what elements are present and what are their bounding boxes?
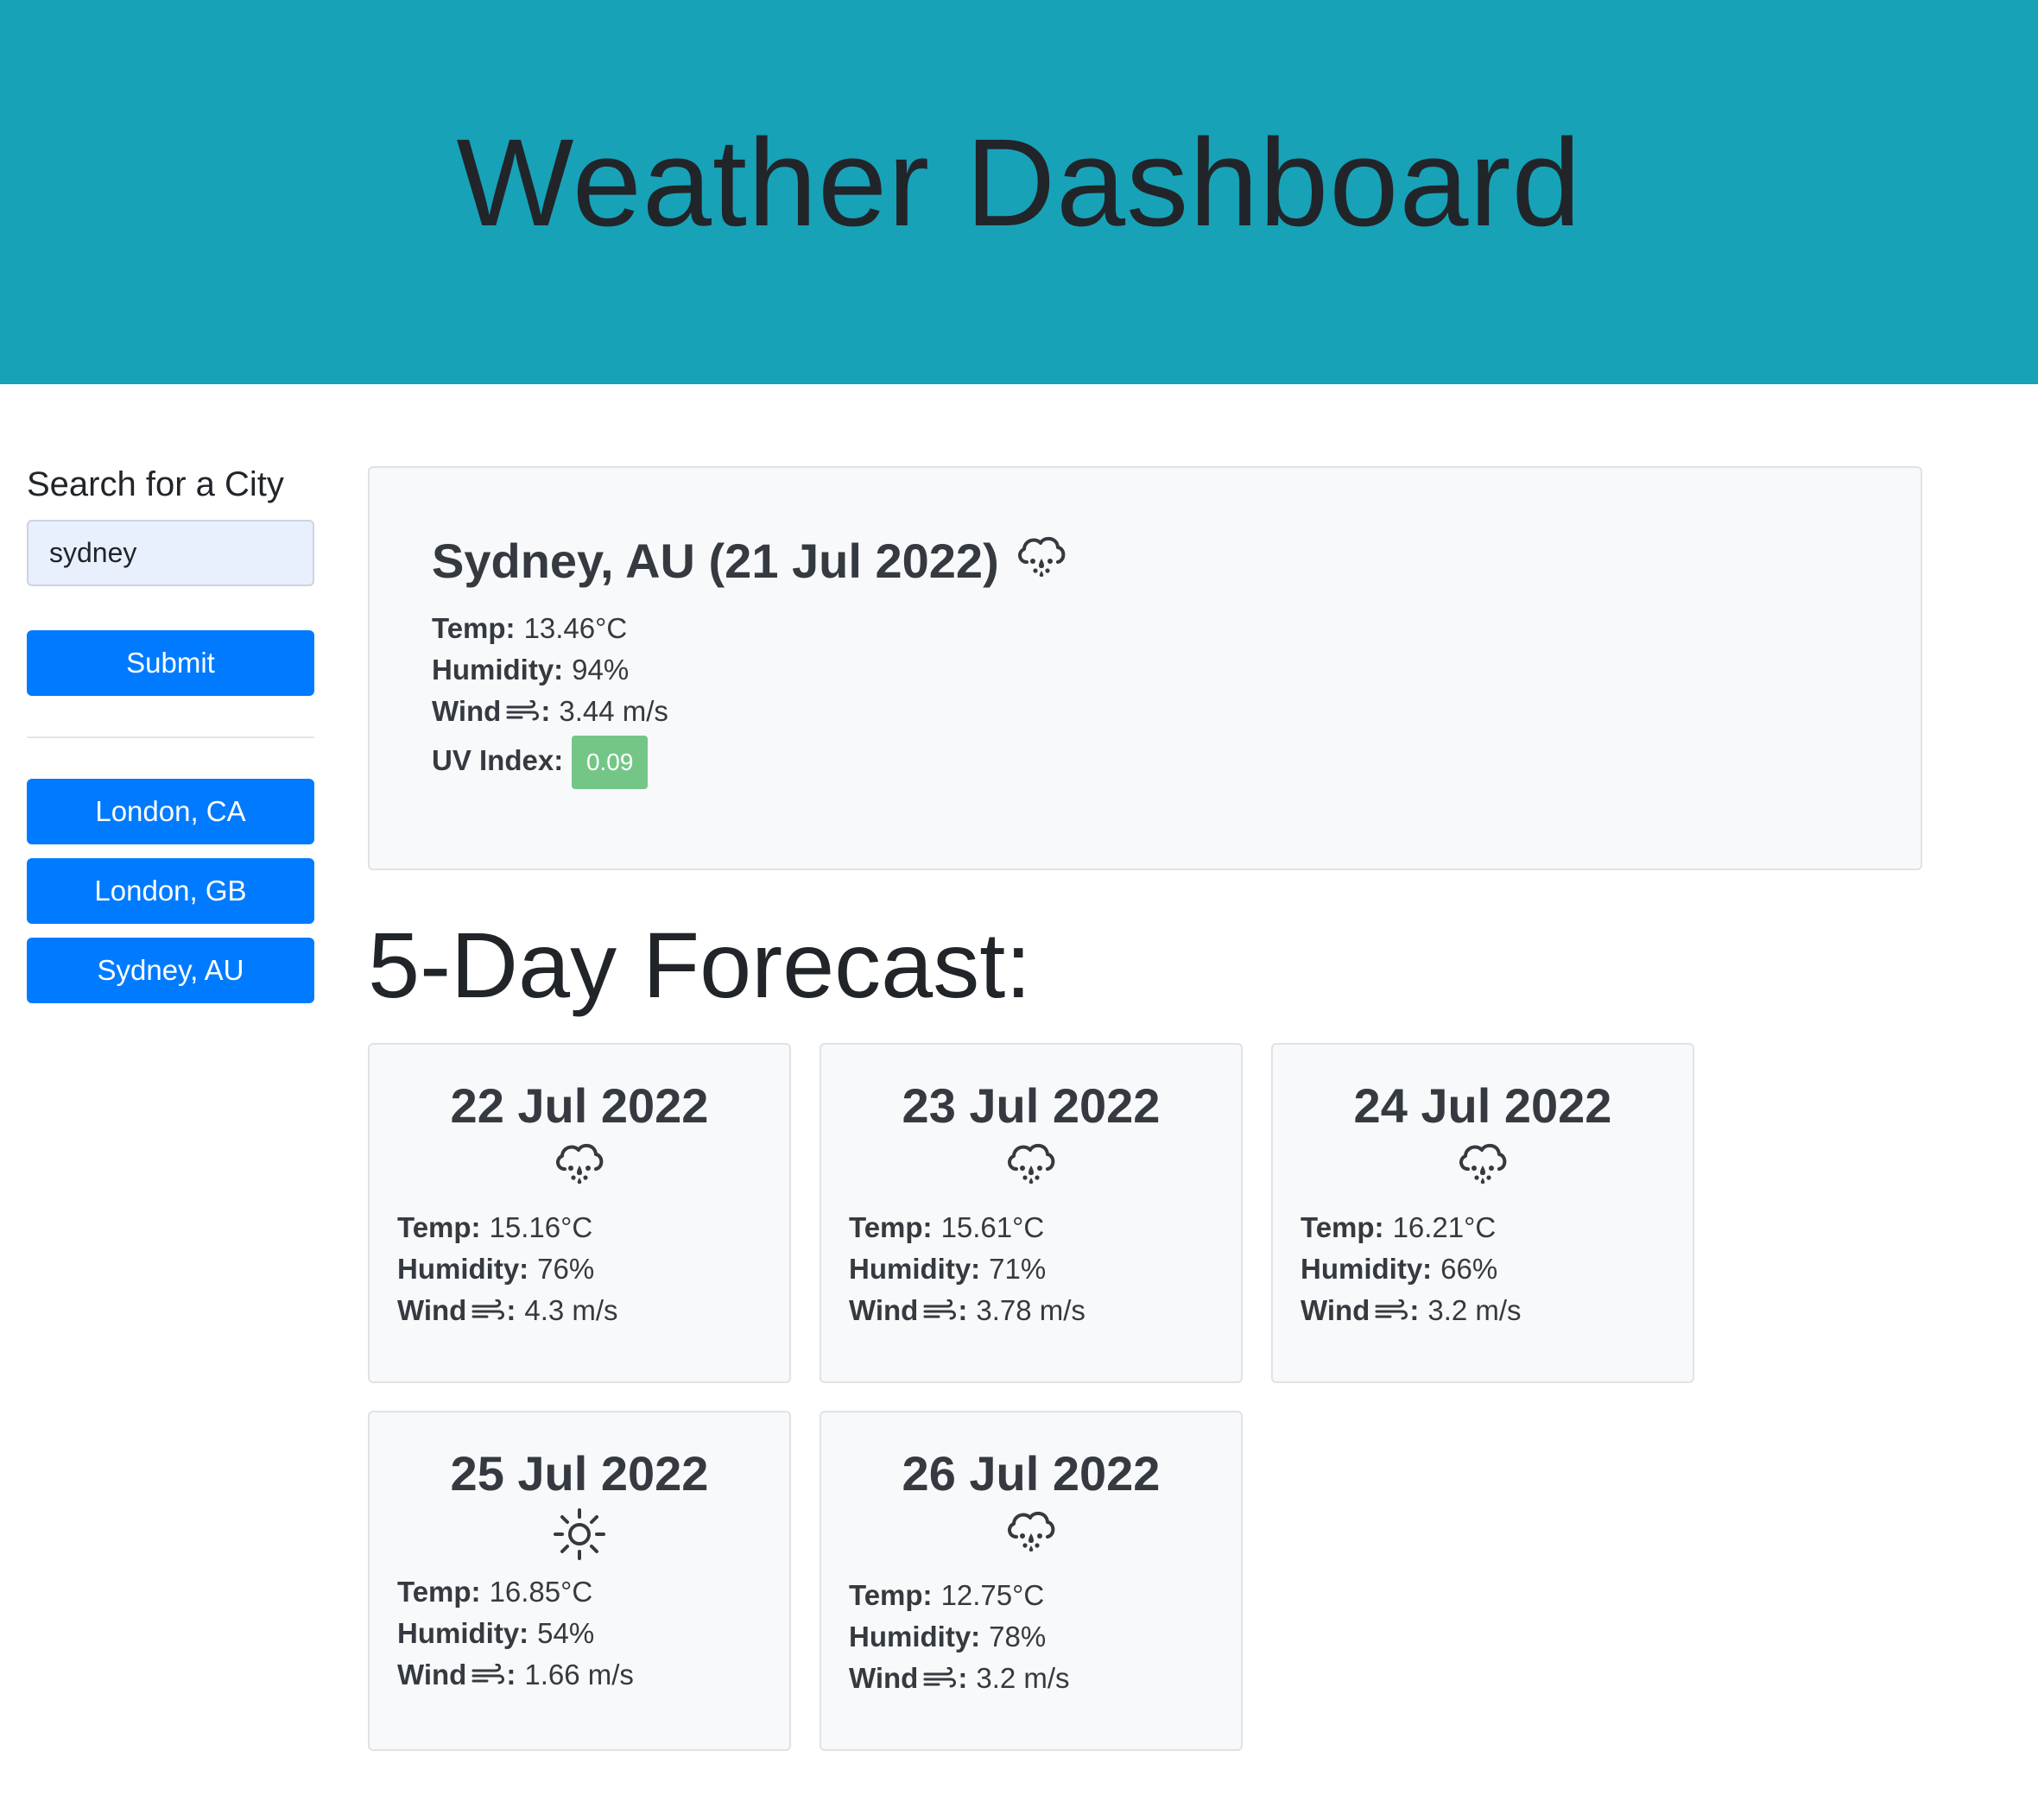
humidity-label: Humidity: xyxy=(849,1253,981,1285)
wind-suffix: : xyxy=(506,1294,516,1326)
page-title: Weather Dashboard xyxy=(456,112,1582,252)
cloud-rain-icon xyxy=(1004,1507,1058,1559)
history-button-london-ca[interactable]: London, CA xyxy=(27,779,314,844)
temp-label: Temp: xyxy=(432,612,516,644)
forecast-heading: 5-Day Forecast: xyxy=(368,913,1032,1017)
current-uv-row: UV Index: 0.09 xyxy=(432,732,1921,789)
uv-index-badge: 0.09 xyxy=(572,736,649,789)
current-wind-row: Wind : 3.44 m/s xyxy=(432,691,1921,732)
wind-icon xyxy=(472,1654,506,1696)
humidity-label: Humidity: xyxy=(397,1253,529,1285)
forecast-humidity: 71% xyxy=(989,1253,1047,1285)
current-city-date: Sydney, AU (21 Jul 2022) xyxy=(432,533,999,588)
forecast-date: 24 Jul 2022 xyxy=(1353,1078,1612,1133)
cloud-rain-icon xyxy=(1015,533,1068,589)
wind-label: Wind xyxy=(849,1294,919,1326)
current-temp-value: 13.46°C xyxy=(523,612,628,644)
wind-icon xyxy=(1375,1290,1409,1331)
forecast-card: 22 Jul 2022 Temp: 15.16°C Humidity: 76% Wi… xyxy=(368,1043,791,1383)
divider xyxy=(27,736,314,738)
wind-suffix: : xyxy=(958,1662,968,1694)
wind-suffix: : xyxy=(506,1659,516,1690)
forecast-date: 22 Jul 2022 xyxy=(450,1078,709,1133)
forecast-temp: 15.16°C xyxy=(489,1211,593,1243)
forecast-card: 23 Jul 2022 Temp: 15.61°C Humidity: 71% Wi… xyxy=(820,1043,1243,1383)
temp-label: Temp: xyxy=(397,1576,481,1608)
wind-suffix: : xyxy=(1409,1294,1420,1326)
humidity-label: Humidity: xyxy=(432,654,564,686)
forecast-card: 25 Jul 2022 Temp: 16.85°C Humidity: 54% Wi… xyxy=(368,1411,791,1751)
forecast-temp: 16.21°C xyxy=(1392,1211,1497,1243)
forecast-temp: 15.61°C xyxy=(940,1211,1045,1243)
forecast-humidity: 66% xyxy=(1440,1253,1498,1285)
sun-icon xyxy=(553,1507,606,1560)
page-header: Weather Dashboard xyxy=(0,0,2038,384)
cloud-rain-icon xyxy=(1004,1140,1058,1191)
wind-suffix: : xyxy=(958,1294,968,1326)
current-wind-value: 3.44 m/s xyxy=(559,695,668,727)
forecast-date: 26 Jul 2022 xyxy=(902,1446,1161,1501)
current-weather-card: Sydney, AU (21 Jul 2022) Temp: 13.46°C H… xyxy=(368,466,1922,870)
current-weather-title: Sydney, AU (21 Jul 2022) xyxy=(432,530,1921,591)
history-button-london-gb[interactable]: London, GB xyxy=(27,858,314,924)
forecast-date: 23 Jul 2022 xyxy=(902,1078,1161,1133)
wind-icon xyxy=(923,1658,958,1699)
forecast-wind: 1.66 m/s xyxy=(524,1659,634,1690)
sidebar: Search for a City Submit London, CA Lond… xyxy=(27,458,314,1017)
wind-icon xyxy=(923,1290,958,1331)
history-button-sydney-au[interactable]: Sydney, AU xyxy=(27,938,314,1003)
forecast-date: 25 Jul 2022 xyxy=(450,1446,709,1501)
current-humidity-value: 94% xyxy=(572,654,630,686)
temp-label: Temp: xyxy=(397,1211,481,1243)
wind-label: Wind xyxy=(1301,1294,1370,1326)
wind-icon xyxy=(506,691,541,732)
forecast-humidity: 76% xyxy=(537,1253,595,1285)
forecast-humidity: 54% xyxy=(537,1617,595,1649)
wind-label: Wind xyxy=(397,1659,467,1690)
wind-label: Wind xyxy=(849,1662,919,1694)
forecast-wind: 4.3 m/s xyxy=(524,1294,618,1326)
humidity-label: Humidity: xyxy=(1301,1253,1433,1285)
wind-label: Wind xyxy=(397,1294,467,1326)
search-history: London, CA London, GB Sydney, AU xyxy=(27,779,314,1003)
submit-button[interactable]: Submit xyxy=(27,630,314,696)
forecast-card: 26 Jul 2022 Temp: 12.75°C Humidity: 78% Wi… xyxy=(820,1411,1243,1751)
forecast-wind: 3.2 m/s xyxy=(1427,1294,1522,1326)
forecast-humidity: 78% xyxy=(989,1621,1047,1653)
search-label: Search for a City xyxy=(27,465,284,503)
wind-icon xyxy=(472,1290,506,1331)
temp-label: Temp: xyxy=(849,1211,933,1243)
current-temp-row: Temp: 13.46°C xyxy=(432,608,1921,649)
uv-label: UV Index: xyxy=(432,744,564,776)
current-stats: Temp: 13.46°C Humidity: 94% Wind : 3.44 … xyxy=(432,608,1921,789)
humidity-label: Humidity: xyxy=(849,1621,981,1653)
temp-label: Temp: xyxy=(849,1579,933,1611)
humidity-label: Humidity: xyxy=(397,1617,529,1649)
forecast-card: 24 Jul 2022 Temp: 16.21°C Humidity: 66% Wi… xyxy=(1271,1043,1694,1383)
temp-label: Temp: xyxy=(1301,1211,1384,1243)
forecast-temp: 12.75°C xyxy=(940,1579,1045,1611)
forecast-wind: 3.2 m/s xyxy=(976,1662,1070,1694)
cloud-rain-icon xyxy=(553,1140,606,1191)
current-humidity-row: Humidity: 94% xyxy=(432,649,1921,691)
wind-suffix: : xyxy=(541,695,551,727)
wind-label: Wind xyxy=(432,695,502,727)
forecast-wind: 3.78 m/s xyxy=(976,1294,1085,1326)
search-input[interactable] xyxy=(27,520,314,586)
forecast-temp: 16.85°C xyxy=(489,1576,593,1608)
cloud-rain-icon xyxy=(1456,1140,1510,1191)
